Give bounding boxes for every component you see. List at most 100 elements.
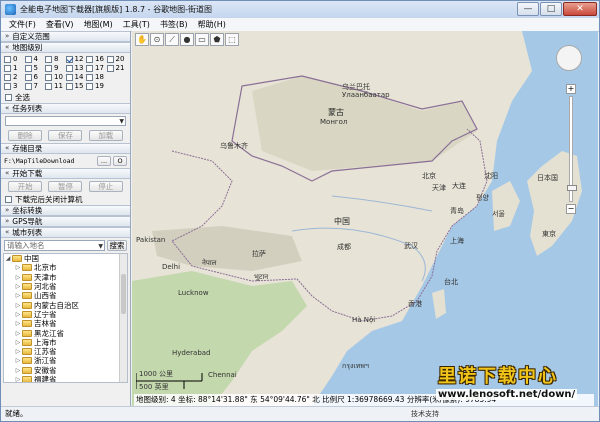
tree-item[interactable]: ▷ 江苏省 [4,347,127,356]
level-checkbox[interactable] [24,73,32,81]
menu-view[interactable]: 查看(V) [41,19,79,30]
circle-icon[interactable]: ● [180,33,194,46]
level-checkbox[interactable] [45,82,52,90]
level-item[interactable]: 18 [86,73,107,81]
expand-icon[interactable]: ▷ [14,376,22,382]
level-item[interactable]: 13 [65,64,87,72]
expand-icon[interactable]: ▷ [14,339,22,346]
city-search-input[interactable]: 请输入地名 ▼ [4,240,105,251]
polygon-icon[interactable]: ⬟ [210,33,224,46]
level-checkbox[interactable] [65,55,73,63]
shutdown-checkbox[interactable] [5,196,12,203]
section-coord-convert[interactable]: » 坐标转换 [1,205,130,216]
level-item[interactable]: 7 [24,82,46,90]
menu-tools[interactable]: 工具(T) [118,19,155,30]
level-checkbox[interactable] [24,55,32,63]
level-checkbox[interactable] [24,82,32,90]
expand-icon[interactable]: ▷ [14,367,22,374]
expand-icon[interactable]: ▷ [14,274,22,281]
level-item[interactable]: 2 [4,73,25,81]
polyline-icon[interactable]: ⟋ [165,33,179,46]
close-button[interactable]: ✕ [563,2,597,16]
select-all-row[interactable]: 全选 [1,92,130,103]
section-city-list[interactable]: «城市列表 [1,227,130,238]
level-item[interactable]: 9 [45,64,66,72]
section-map-level[interactable]: «地图级别 [1,42,130,53]
section-start-download[interactable]: «开始下载 [1,168,130,179]
minimize-button[interactable]: — [517,2,539,16]
level-checkbox[interactable] [86,82,93,90]
tree-item[interactable]: ▷ 福建省 [4,375,127,382]
zoom-out-button[interactable]: − [566,204,576,214]
expand-icon[interactable]: ▷ [14,357,22,364]
expand-icon[interactable]: ▷ [14,348,22,355]
level-checkbox[interactable] [65,82,73,90]
tree-root[interactable]: ◢ 中国 [4,254,127,263]
level-checkbox[interactable] [4,55,11,63]
menu-file[interactable]: 文件(F) [4,19,41,30]
tree-item[interactable]: ▷ 辽宁省 [4,310,127,319]
tree-scrollbar[interactable] [119,254,127,382]
tree-item[interactable]: ▷ 河北省 [4,282,127,291]
map-view[interactable]: 蒙古 Монгол 乌兰巴托 Улаанбаатар 中国 日本国 北京 天津 … [132,31,598,406]
expand-icon[interactable]: ▷ [14,311,22,318]
select-region-icon[interactable]: ⬚ [225,33,239,46]
level-item[interactable]: 14 [65,73,87,81]
level-item[interactable]: 1 [4,64,25,72]
select-all-checkbox[interactable] [5,94,12,101]
expand-icon[interactable]: ▷ [14,264,22,271]
delete-button[interactable]: 删除 [8,130,43,141]
zoom-in-button[interactable]: + [566,84,576,94]
expand-icon[interactable]: ▷ [14,330,22,337]
stop-button[interactable]: 停止 [88,181,123,192]
level-checkbox[interactable] [65,73,73,81]
section-gps-nav[interactable]: » GPS导航 [1,216,130,227]
menu-map[interactable]: 地图(M) [79,19,118,30]
level-checkbox[interactable] [106,64,114,72]
section-storage-dir[interactable]: «存储目录 [1,143,130,154]
pan-compass-icon[interactable] [556,45,582,71]
level-item[interactable]: 17 [86,64,107,72]
menu-bookmarks[interactable]: 书签(B) [155,19,193,30]
level-checkbox[interactable] [24,64,32,72]
pause-button[interactable]: 暂停 [48,181,83,192]
level-item[interactable]: 20 [106,55,128,63]
maximize-button[interactable]: □ [540,2,562,16]
city-search-button[interactable]: 搜索 [107,240,127,251]
browse-button[interactable]: ... [97,156,111,166]
level-item[interactable]: 4 [24,55,46,63]
save-button[interactable]: 保存 [48,130,83,141]
collapse-icon[interactable]: ◢ [4,255,12,262]
tree-item[interactable]: ▷ 北京市 [4,263,127,272]
level-item[interactable]: 0 [4,55,25,63]
section-task-list[interactable]: «任务列表 [1,103,130,114]
level-item[interactable]: 15 [65,82,87,90]
level-item[interactable]: 11 [45,82,66,90]
load-button[interactable]: 加载 [88,130,123,141]
tree-item[interactable]: ▷ 安徽省 [4,366,127,375]
tree-item[interactable]: ▷ 黑龙江省 [4,328,127,338]
level-item[interactable]: 6 [24,73,46,81]
tree-item[interactable]: ▷ 吉林省 [4,319,127,328]
level-item[interactable]: 10 [45,73,66,81]
expand-icon[interactable]: ▷ [14,320,22,327]
expand-icon[interactable]: ▷ [14,292,22,299]
level-item[interactable]: 3 [4,82,25,90]
level-checkbox[interactable] [4,64,11,72]
level-item[interactable]: 8 [45,55,66,63]
level-checkbox[interactable] [45,73,52,81]
tree-item[interactable]: ▷ 内蒙古自治区 [4,300,127,310]
level-checkbox[interactable] [4,73,11,81]
rectangle-icon[interactable]: ▭ [195,33,209,46]
level-checkbox[interactable] [45,64,52,72]
level-checkbox[interactable] [4,82,11,90]
expand-icon[interactable]: ▷ [14,283,22,290]
start-button[interactable]: 开始 [8,181,43,192]
menu-help[interactable]: 帮助(H) [193,19,231,30]
level-item[interactable]: 12 [65,55,87,63]
zoom-slider-track[interactable] [567,96,577,202]
tree-item[interactable]: ▷ 浙江省 [4,356,127,365]
level-checkbox[interactable] [65,64,73,72]
tree-item[interactable]: ▷ 上海市 [4,338,127,347]
level-checkbox[interactable] [106,55,114,63]
